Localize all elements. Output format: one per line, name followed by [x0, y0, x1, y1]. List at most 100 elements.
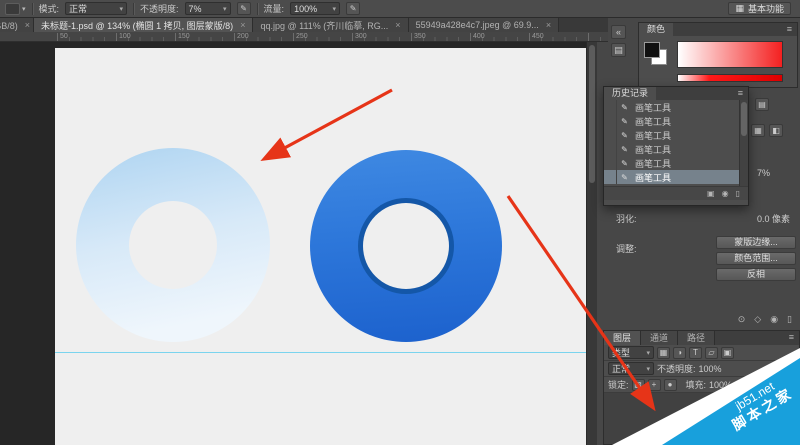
panel-tab[interactable]: 路径	[678, 331, 715, 345]
history-state-row[interactable]: ✎画笔工具	[604, 170, 739, 184]
panel-generic-icon[interactable]: ▤	[611, 43, 626, 57]
mask-trash-icon[interactable]: ▯	[787, 314, 792, 325]
scrollbar-thumb[interactable]	[741, 102, 747, 136]
vertical-scrollbar[interactable]	[586, 42, 597, 445]
layer-kind-filter-select[interactable]: 类型 ▾	[608, 346, 654, 359]
filter-shape-icon[interactable]: ▱	[705, 347, 718, 359]
panel-generic-icon[interactable]: ▤	[755, 98, 769, 111]
history-state-row[interactable]: ✎画笔工具	[604, 128, 739, 142]
history-source-checkbox[interactable]	[604, 170, 617, 184]
blend-mode-select[interactable]: 正常 ▾	[65, 2, 127, 15]
mode-label: 模式:	[39, 2, 60, 15]
scrollbar-thumb[interactable]	[589, 45, 595, 183]
kind-label: 类型	[612, 346, 630, 359]
history-state-row[interactable]: ✎画笔工具	[604, 142, 739, 156]
history-panel: 历史记录 ≡ ✎画笔工具✎画笔工具✎画笔工具✎画笔工具✎画笔工具✎画笔工具 ▣ …	[603, 86, 749, 206]
history-state-label: 画笔工具	[632, 129, 671, 142]
workspace-grid-icon: ▦	[735, 3, 744, 14]
masks-panel-footer: ⊙ ◇ ◉ ▯	[738, 314, 792, 325]
tab-close-icon[interactable]: ×	[395, 20, 400, 30]
fill-label: 填充:	[686, 378, 707, 391]
history-scrollbar[interactable]	[739, 100, 748, 186]
apply-mask-icon[interactable]: ◇	[754, 314, 761, 325]
history-state-row[interactable]: ✎画笔工具	[604, 100, 739, 114]
new-document-icon[interactable]: ▣	[707, 189, 715, 198]
panel-tab[interactable]: 图层	[604, 331, 641, 345]
collapse-panel-icon[interactable]: «	[611, 25, 626, 39]
history-source-checkbox[interactable]	[604, 114, 617, 128]
invert-button[interactable]: 反相	[716, 268, 796, 281]
layers-blend-row: 正常 ▾ 不透明度: 100%	[604, 361, 799, 377]
color-ramp-slider[interactable]	[677, 74, 783, 82]
history-source-checkbox[interactable]	[604, 156, 617, 170]
tab-title: 55949a428e4c7.jpeg @ 69.9...	[416, 20, 539, 30]
brush-tool-icon: ✎	[617, 159, 632, 168]
snapshot-camera-icon[interactable]: ◉	[722, 189, 729, 198]
load-selection-icon[interactable]: ⊙	[738, 314, 746, 325]
document-tab[interactable]: 55949a428e4c7.jpeg @ 69.9... ×	[409, 18, 560, 32]
foreground-color-swatch[interactable]	[644, 42, 660, 58]
brush-preset-picker[interactable]: ▾	[5, 3, 26, 15]
lock-position-icon[interactable]: +	[648, 379, 661, 391]
tab-close-icon[interactable]: ×	[546, 20, 551, 30]
history-source-checkbox[interactable]	[604, 128, 617, 142]
brush-tool-icon: ✎	[617, 117, 632, 126]
workspace-label: 基本功能	[748, 2, 784, 15]
ruler-label: 150	[178, 33, 190, 40]
layer-opacity-value[interactable]: 100%	[699, 364, 722, 374]
document-tab[interactable]: ... @ 176% (背景, RGB/8)×	[0, 18, 34, 32]
color-range-button[interactable]: 颜色范围...	[716, 252, 796, 265]
panel-tab[interactable]: 通道	[641, 331, 678, 345]
history-source-checkbox[interactable]	[604, 142, 617, 156]
lock-all-icon[interactable]: ●	[664, 379, 677, 391]
layers-filter-row: 类型 ▾ ▦ ◑ T ▱ ▣	[604, 345, 799, 361]
mask-pixel-icon[interactable]: ▦	[751, 124, 765, 137]
history-state-row[interactable]: ✎画笔工具	[604, 114, 739, 128]
brush-tool-icon: ✎	[617, 131, 632, 140]
mask-eye-icon[interactable]: ◉	[770, 314, 778, 325]
horizontal-ruler: 50100150200250300350400450	[0, 32, 608, 42]
filter-type-icon[interactable]: T	[689, 347, 702, 359]
flow-select[interactable]: 100% ▾	[290, 2, 340, 15]
workspace-switcher-button[interactable]: ▦ 基本功能	[728, 2, 791, 15]
dropdown-arrow-icon: ▾	[333, 5, 337, 13]
trash-icon[interactable]: ▯	[736, 189, 740, 198]
filter-adjust-icon[interactable]: ◑	[673, 347, 686, 359]
fill-value[interactable]: 100%	[709, 380, 732, 390]
color-panel-body	[639, 36, 797, 87]
ruler-label: 300	[355, 33, 367, 40]
color-spectrum-field[interactable]	[677, 41, 783, 68]
panel-menu-icon[interactable]: ≡	[787, 23, 797, 36]
dropdown-arrow-icon: ▾	[120, 5, 124, 13]
feather-value[interactable]: 0.0 像素	[757, 212, 790, 225]
document-tab[interactable]: qq.jpg @ 111% (齐川临摹, RG... ×	[253, 18, 408, 32]
tab-close-icon[interactable]: ×	[240, 20, 245, 30]
brush-tool-icon: ✎	[617, 145, 632, 154]
separator	[32, 3, 33, 15]
layers-panel: 图层通道路径≡ 类型 ▾ ▦ ◑ T ▱ ▣ 正常 ▾ 不透明度: 100% 锁…	[603, 330, 800, 445]
layer-blend-mode-select[interactable]: 正常 ▾	[608, 362, 654, 375]
history-panel-header[interactable]: 历史记录 ≡	[604, 87, 748, 100]
history-state-row[interactable]: ✎画笔工具	[604, 156, 739, 170]
brush-tool-icon: ✎	[617, 173, 632, 182]
airbrush-icon[interactable]: ✎	[346, 2, 360, 15]
pen-pressure-icon[interactable]: ✎	[237, 2, 251, 15]
document-tab[interactable]: 未标题-1.psd @ 134% (椭圆 1 拷贝, 图层蒙版/8)×	[34, 18, 253, 32]
lock-transparent-icon[interactable]: ▨	[632, 379, 645, 391]
history-source-checkbox[interactable]	[604, 100, 617, 114]
mask-edge-button[interactable]: 蒙版边缘...	[716, 236, 796, 249]
opacity-select[interactable]: 7% ▾	[185, 2, 231, 15]
tool-options-bar: ▾ 模式: 正常 ▾ 不透明度: 7% ▾ ✎ 流量: 100% ▾ ✎ ▦ 基…	[0, 0, 800, 18]
tab-close-icon[interactable]: ×	[25, 20, 30, 30]
panel-menu-icon[interactable]: ≡	[789, 331, 799, 345]
tab-title: qq.jpg @ 111% (齐川临摹, RG...	[260, 19, 388, 32]
filter-pixel-icon[interactable]: ▦	[657, 347, 670, 359]
separator	[257, 3, 258, 15]
tab-color[interactable]: 颜色	[639, 23, 673, 36]
history-state-label: 画笔工具	[632, 101, 671, 114]
ruler-label: 450	[532, 33, 544, 40]
mask-vector-icon[interactable]: ◧	[769, 124, 783, 137]
filter-smart-icon[interactable]: ▣	[721, 347, 734, 359]
panel-menu-icon[interactable]: ≡	[738, 87, 748, 100]
history-state-label: 画笔工具	[632, 157, 671, 170]
